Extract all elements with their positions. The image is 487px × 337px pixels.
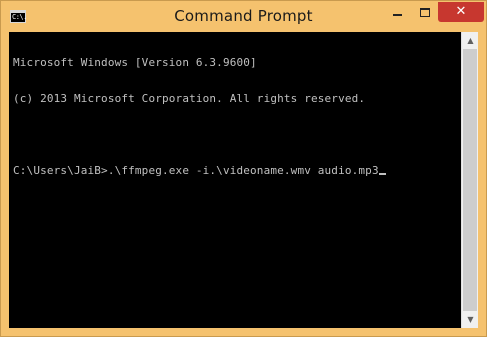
title-bar[interactable]: C:\. Command Prompt ✕: [1, 1, 486, 32]
console-area[interactable]: Microsoft Windows [Version 6.3.9600] (c)…: [9, 32, 461, 328]
resize-grip[interactable]: [461, 328, 478, 336]
console-line: Microsoft Windows [Version 6.3.9600]: [13, 56, 257, 69]
close-button[interactable]: ✕: [438, 2, 484, 22]
console-line: (c) 2013 Microsoft Corporation. All righ…: [13, 92, 366, 105]
close-icon: ✕: [455, 4, 467, 19]
scroll-down-icon[interactable]: ▼: [462, 311, 479, 328]
command-text: C:\Users\JaiB>.\ffmpeg.exe -i.\videoname…: [13, 164, 379, 177]
minimize-button[interactable]: [383, 2, 411, 22]
minimize-icon: [392, 14, 402, 16]
command-line[interactable]: C:\Users\JaiB>.\ffmpeg.exe -i.\videoname…: [13, 165, 386, 177]
maximize-button[interactable]: [411, 2, 438, 22]
maximize-icon: [419, 7, 430, 17]
command-prompt-window: C:\. Command Prompt ✕ Microsoft Windows …: [0, 0, 487, 337]
text-cursor: [378, 173, 386, 175]
scroll-up-icon[interactable]: ▲: [462, 32, 479, 49]
vertical-scrollbar[interactable]: ▲ ▼: [461, 32, 478, 328]
console-output: Microsoft Windows [Version 6.3.9600] (c)…: [13, 33, 386, 201]
scrollbar-thumb[interactable]: [463, 49, 477, 311]
